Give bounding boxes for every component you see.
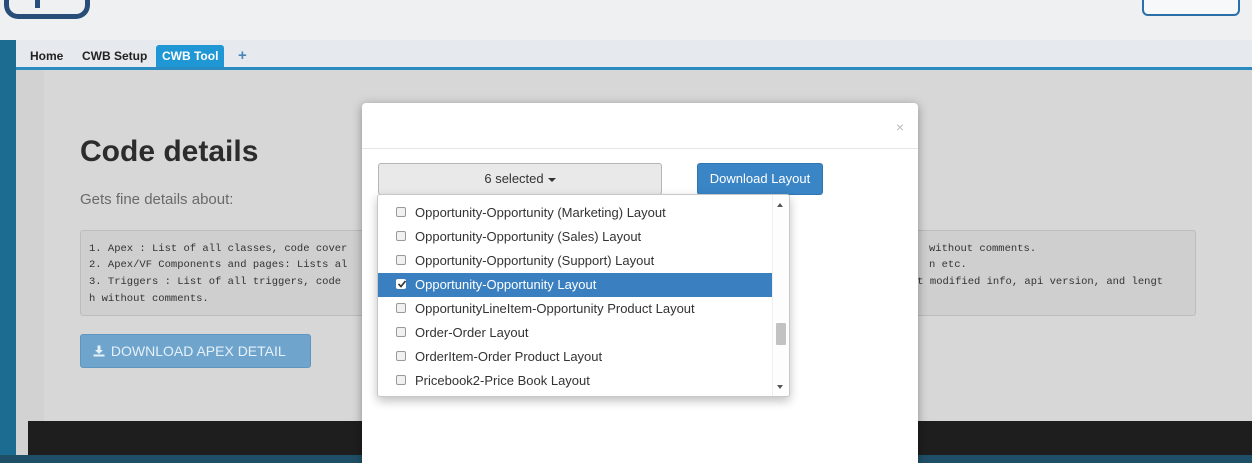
download-icon — [93, 336, 105, 368]
option-label: OpportunityLineItem-Opportunity Product … — [415, 301, 695, 316]
multiselect-label: 6 selected — [484, 171, 544, 186]
close-icon[interactable]: × — [896, 119, 904, 135]
tab-bar: Home CWB Setup CWB Tool + — [16, 40, 1252, 70]
option-label: Pricebook2-Price Book Layout — [415, 373, 590, 388]
option-label: Opportunity-Opportunity (Support) Layout — [415, 253, 655, 268]
modal-header: × — [362, 103, 918, 149]
code-line: 1. Apex : List of all classes, code cove… — [89, 243, 348, 255]
layout-options-dropdown[interactable]: Opportunity-Opportunity (Marketing) Layo… — [377, 194, 790, 397]
partial-item — [378, 195, 774, 197]
tab-cwb-setup[interactable]: CWB Setup — [76, 45, 153, 67]
option-label: Order-Order Layout — [415, 325, 529, 340]
checkbox-icon[interactable] — [396, 375, 406, 385]
scroll-down-icon[interactable] — [777, 385, 783, 389]
dropdown-option[interactable]: OrderItem-Order Product Layout — [378, 345, 774, 369]
code-line: 3. Triggers : List of all triggers, code — [89, 276, 342, 288]
layout-multiselect-button[interactable]: 6 selected — [378, 163, 662, 195]
logo — [4, 0, 90, 19]
tab-home[interactable]: Home — [24, 45, 69, 67]
code-line: 2. Apex/VF Components and pages: Lists a… — [89, 259, 348, 271]
header-button[interactable] — [1142, 0, 1240, 16]
option-label: Opportunity-Opportunity Layout — [415, 277, 597, 292]
option-label: Opportunity-Opportunity (Sales) Layout — [415, 229, 642, 244]
checkbox-icon[interactable] — [396, 303, 406, 313]
left-frame-edge — [0, 40, 16, 455]
caret-down-icon — [547, 177, 556, 182]
checkbox-icon[interactable] — [396, 231, 406, 241]
option-label: Opportunity-Opportunity (Marketing) Layo… — [415, 205, 666, 220]
checkbox-icon[interactable] — [396, 207, 406, 217]
code-line-tail: without comments. — [929, 243, 1037, 255]
tab-cwb-tool[interactable]: CWB Tool — [156, 45, 225, 67]
add-tab-icon[interactable]: + — [238, 45, 247, 67]
checkbox-checked-icon[interactable] — [396, 279, 407, 289]
dropdown-option[interactable]: Opportunity-Opportunity (Support) Layout — [378, 249, 774, 273]
code-line-tail: n etc. — [929, 259, 967, 271]
code-line-tail: st modified info, api version, and lengt — [911, 276, 1164, 288]
download-apex-detail-label: DOWNLOAD APEX DETAIL — [110, 343, 286, 359]
checkbox-icon[interactable] — [396, 255, 406, 265]
option-label: OrderItem-Order Product Layout — [415, 349, 603, 364]
dropdown-option[interactable]: Opportunity-Opportunity (Marketing) Layo… — [378, 201, 774, 225]
page-title: Code details — [80, 135, 259, 168]
dropdown-option[interactable]: OpportunityLineItem-Opportunity Product … — [378, 297, 774, 321]
dropdown-scrollbar[interactable] — [772, 195, 789, 396]
top-header — [0, 0, 1252, 40]
checkbox-icon[interactable] — [396, 327, 406, 337]
dropdown-option-selected[interactable]: Opportunity-Opportunity Layout — [378, 273, 774, 297]
dropdown-option[interactable]: Order-Order Layout — [378, 321, 774, 345]
code-line: h without comments. — [89, 293, 209, 305]
checkbox-icon[interactable] — [396, 351, 406, 361]
dropdown-option[interactable]: Opportunity-Opportunity (Sales) Layout — [378, 225, 774, 249]
scrollbar-thumb[interactable] — [776, 323, 786, 345]
download-layout-button[interactable]: Download Layout — [697, 163, 823, 195]
page-subtitle: Gets fine details about: — [80, 191, 234, 208]
dropdown-option[interactable]: Pricebook2-Price Book Layout — [378, 369, 774, 393]
scroll-up-icon[interactable] — [777, 203, 783, 207]
download-apex-detail-button[interactable]: DOWNLOAD APEX DETAIL — [80, 334, 311, 368]
